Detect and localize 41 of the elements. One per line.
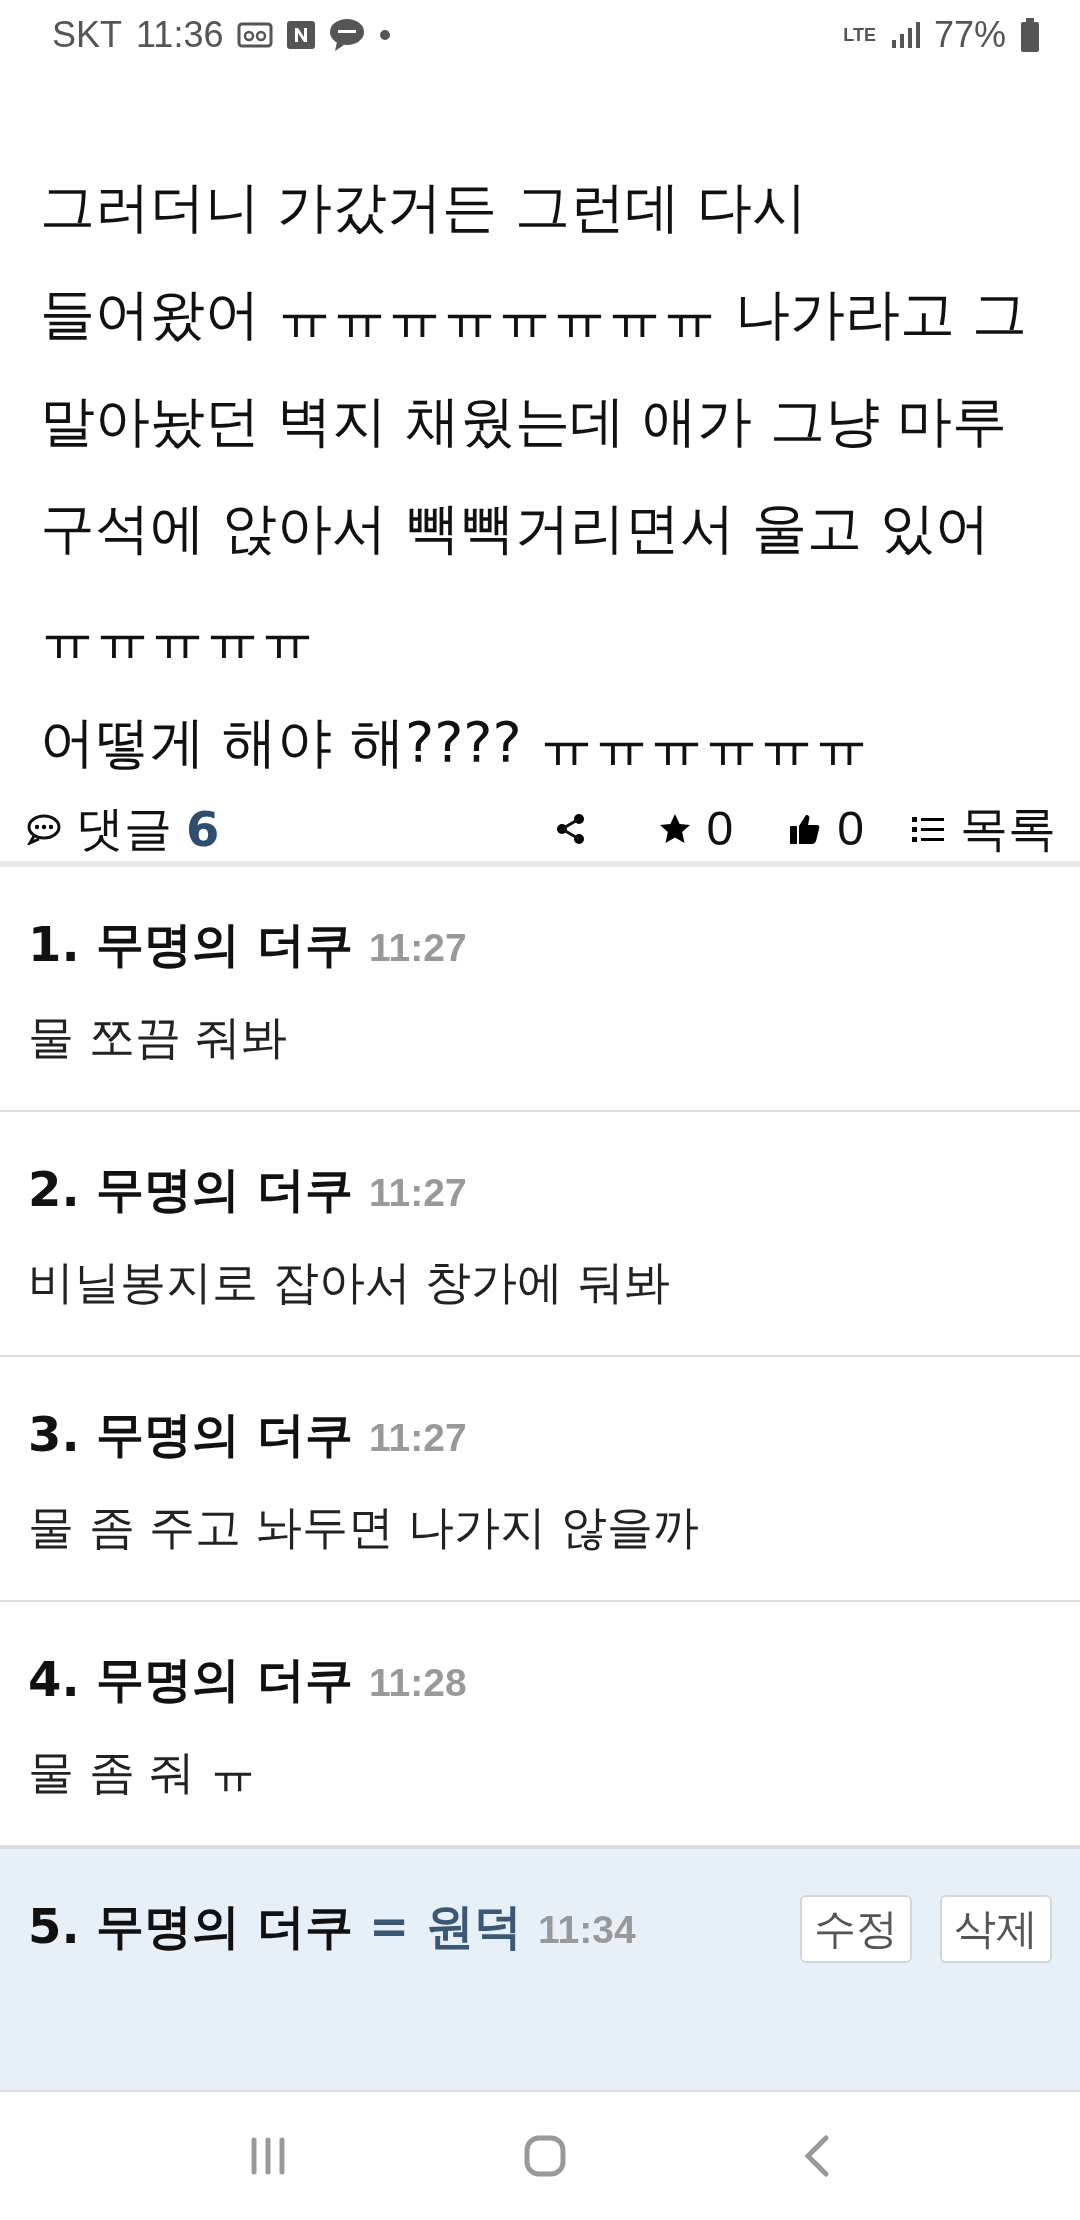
clock: 11:36 <box>136 14 224 56</box>
thumbs-up-icon <box>789 812 822 845</box>
list-button[interactable]: 목록 <box>912 796 1056 861</box>
delete-button[interactable]: 삭제 <box>940 1895 1052 1963</box>
comments-label: 댓글 <box>76 798 172 858</box>
star-icon <box>658 812 691 845</box>
author-tag: = 원덕 <box>369 1895 522 1959</box>
comment-time: 11:27 <box>369 1416 467 1460</box>
edit-button[interactable]: 수정 <box>800 1895 912 1963</box>
network-label: LTE <box>843 26 876 44</box>
comment-text: 물 좀 줘 ㅠ <box>28 1744 257 1801</box>
signal-icon <box>889 20 920 50</box>
battery-percent: 77% <box>933 14 1006 56</box>
comment-time: 11:28 <box>369 1661 467 1705</box>
post-paragraph: 어떻게 해야 해???? ㅠㅠㅠㅠㅠㅠ <box>40 709 871 776</box>
star-button[interactable]: 0 <box>658 801 734 856</box>
comment-author: 2. 무명의 더쿠 <box>28 1160 354 1219</box>
comment-author: 3. 무명의 더쿠 <box>28 1405 354 1464</box>
comment-time: 11:34 <box>538 1908 636 1952</box>
share-icon <box>554 812 587 845</box>
home-icon <box>523 2134 567 2178</box>
comment-text: 물 쪼끔 줘봐 <box>28 1009 289 1066</box>
comment-time: 11:27 <box>369 926 467 970</box>
dot-icon <box>379 29 392 41</box>
comment-author: 1. 무명의 더쿠 <box>28 915 354 974</box>
chat-bubble-icon <box>329 18 366 52</box>
battery-icon <box>1020 18 1040 52</box>
comment-text: 물 좀 주고 놔두면 나가지 않을까 <box>28 1499 701 1556</box>
voicemail-icon <box>237 21 274 49</box>
like-button[interactable]: 0 <box>789 801 864 856</box>
comment-author: 5. 무명의 더쿠 <box>28 1897 354 1956</box>
comment-count: 6 <box>186 800 220 857</box>
app-badge-icon <box>287 21 316 49</box>
share-button[interactable] <box>554 812 587 845</box>
comment-text: 비닐봉지로 잡아서 창가에 둬봐 <box>28 1254 671 1311</box>
carrier-label: SKT <box>52 14 122 56</box>
list-icon <box>912 814 944 843</box>
post-paragraph: 그러더니 가갔거든 그런데 다시 들어왔어 ㅠㅠㅠㅠㅠㅠㅠㅠ 나가라고 그 말아놨던 벽지 채웠는데 애가 그냥 마루 구석에 앉아서 빽빽거리면서 울고 있어 ㅠㅠㅠㅠㅠ <box>40 174 1029 669</box>
speech-bubble-icon <box>26 812 62 845</box>
comment-author: 4. 무명의 더쿠 <box>28 1650 354 1709</box>
comment-time: 11:27 <box>369 1171 467 1215</box>
